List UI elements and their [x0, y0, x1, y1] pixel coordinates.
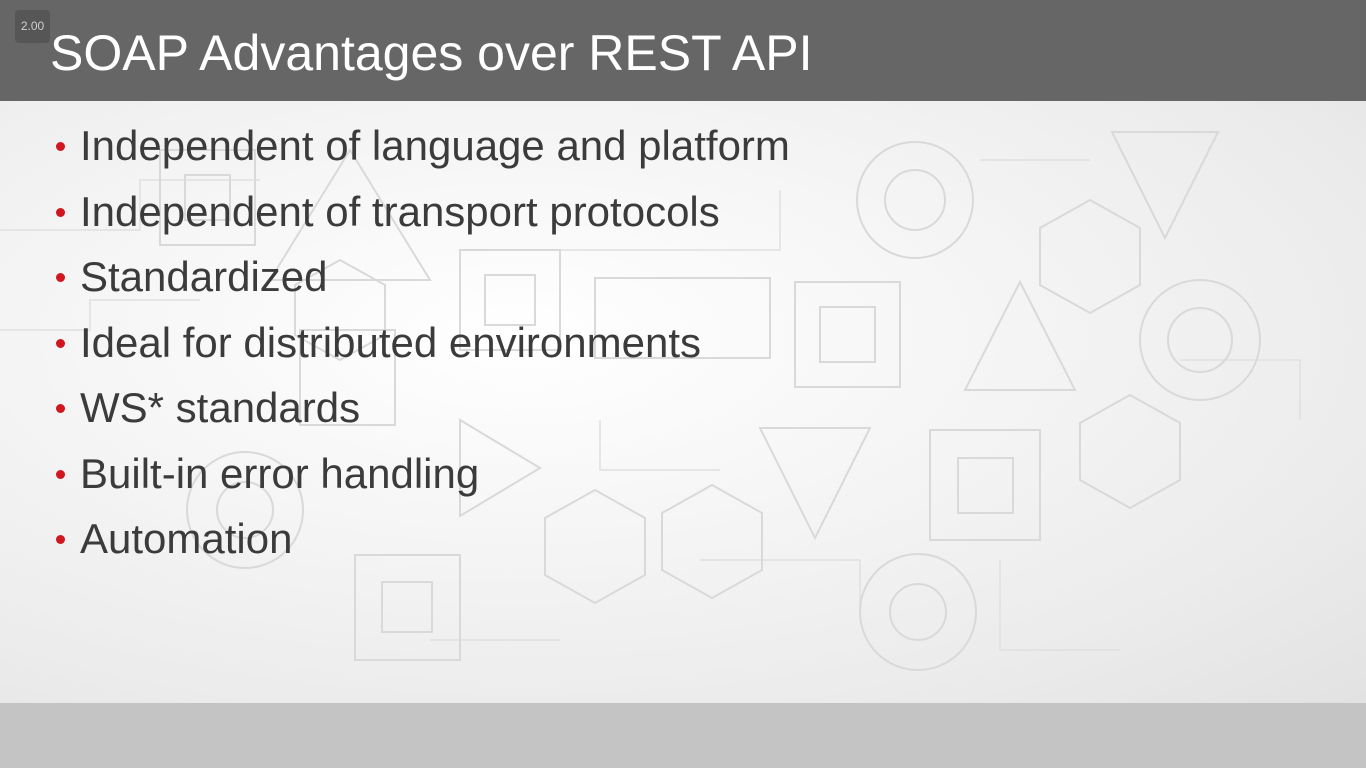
bullet-item: Independent of transport protocols [52, 179, 790, 245]
bullet-text: Independent of language and platform [80, 122, 790, 169]
bullet-dot-icon [56, 469, 65, 479]
bullet-item: Independent of language and platform [52, 113, 790, 179]
bullet-item: Automation [52, 506, 790, 572]
bullet-dot-icon [56, 404, 65, 413]
bullet-text: Built-in error handling [80, 449, 480, 497]
playback-speed-badge[interactable]: 2.00 [15, 10, 50, 43]
presentation-slide: SOAP Advantages over REST API 2.00 Indep… [0, 0, 1366, 703]
bullet-item: Standardized [52, 244, 790, 310]
bullet-text: Independent of transport protocols [80, 187, 720, 235]
player-bottom-bar [0, 703, 1366, 768]
bullet-text: Standardized [80, 253, 328, 300]
slide-title: SOAP Advantages over REST API [50, 25, 813, 81]
bullet-dot-icon [56, 338, 65, 348]
bullet-dot-icon [56, 273, 65, 282]
video-frame: SOAP Advantages over REST API 2.00 Indep… [0, 0, 1366, 768]
bullet-item: Ideal for distributed environments [52, 310, 790, 376]
bullet-dot-icon [56, 207, 65, 217]
bullet-text: WS* standards [80, 384, 361, 431]
bullet-text: Automation [80, 515, 293, 562]
bullet-item: Built-in error handling [52, 441, 790, 507]
bullet-dot-icon [56, 535, 65, 544]
bullet-item: WS* standards [52, 375, 790, 441]
bullet-dot-icon [56, 142, 65, 151]
bullet-list: Independent of language and platform Ind… [52, 113, 790, 572]
title-bar: SOAP Advantages over REST API [0, 0, 1366, 101]
bullet-text: Ideal for distributed environments [80, 318, 701, 366]
